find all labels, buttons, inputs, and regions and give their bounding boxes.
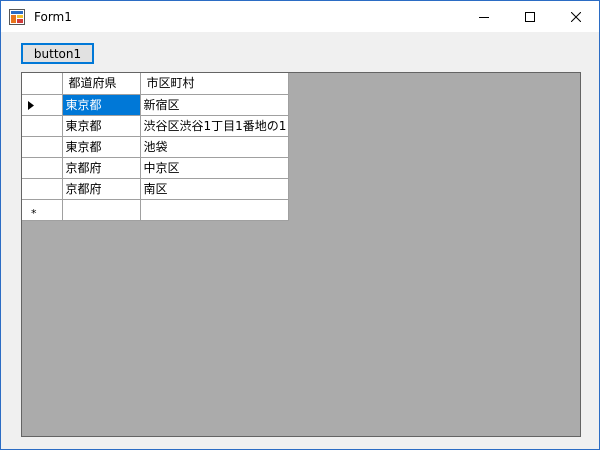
close-button[interactable]	[553, 1, 599, 32]
maximize-icon	[525, 11, 535, 22]
current-row-arrow-icon	[28, 100, 34, 110]
column-header-row: 都道府県 市区町村	[22, 73, 289, 95]
table-row[interactable]: 東京都 新宿区	[22, 94, 289, 116]
minimize-button[interactable]	[461, 1, 507, 32]
cell-city[interactable]: 中京区	[140, 157, 289, 179]
new-row-header[interactable]: *	[22, 199, 63, 221]
new-row-marker: *	[31, 206, 37, 220]
cell-city[interactable]: 新宿区	[140, 94, 289, 116]
cell-city[interactable]: 池袋	[140, 136, 289, 158]
row-header[interactable]	[22, 136, 63, 158]
cell-prefecture[interactable]: 東京都	[62, 94, 141, 116]
minimize-icon	[479, 16, 489, 18]
new-cell-city[interactable]	[140, 199, 289, 221]
window-title: Form1	[34, 10, 72, 24]
table-row[interactable]: 東京都 池袋	[22, 136, 289, 158]
cell-prefecture[interactable]: 京都府	[62, 157, 141, 179]
table-row[interactable]: 京都府 南区	[22, 178, 289, 200]
cell-prefecture[interactable]: 京都府	[62, 178, 141, 200]
cell-prefecture[interactable]: 東京都	[62, 115, 141, 137]
main-window: Form1 button1 都道府県 市区町村 東京都 新宿区 東京都 渋谷区渋…	[0, 0, 600, 450]
row-header[interactable]	[22, 178, 63, 200]
cell-city[interactable]: 南区	[140, 178, 289, 200]
top-left-header-cell[interactable]	[22, 73, 63, 95]
form-client-area: button1 都道府県 市区町村 東京都 新宿区 東京都 渋谷区渋谷1丁目1番…	[1, 32, 599, 449]
row-header[interactable]	[22, 115, 63, 137]
title-bar[interactable]: Form1	[1, 1, 599, 32]
row-header[interactable]	[22, 157, 63, 179]
maximize-button[interactable]	[507, 1, 553, 32]
column-header-city[interactable]: 市区町村	[140, 73, 289, 95]
new-cell-prefecture[interactable]	[62, 199, 141, 221]
grid-table: 都道府県 市区町村 東京都 新宿区 東京都 渋谷区渋谷1丁目1番地の1 東京都 …	[22, 73, 289, 221]
button1[interactable]: button1	[21, 43, 94, 64]
new-row[interactable]: *	[22, 199, 289, 221]
cell-prefecture[interactable]: 東京都	[62, 136, 141, 158]
data-grid-view[interactable]: 都道府県 市区町村 東京都 新宿区 東京都 渋谷区渋谷1丁目1番地の1 東京都 …	[21, 72, 581, 437]
cell-city[interactable]: 渋谷区渋谷1丁目1番地の1	[140, 115, 289, 137]
row-header[interactable]	[22, 94, 63, 116]
close-icon	[571, 11, 581, 22]
table-row[interactable]: 京都府 中京区	[22, 157, 289, 179]
table-row[interactable]: 東京都 渋谷区渋谷1丁目1番地の1	[22, 115, 289, 137]
form-app-icon[interactable]	[9, 9, 25, 25]
column-header-prefecture[interactable]: 都道府県	[62, 73, 141, 95]
